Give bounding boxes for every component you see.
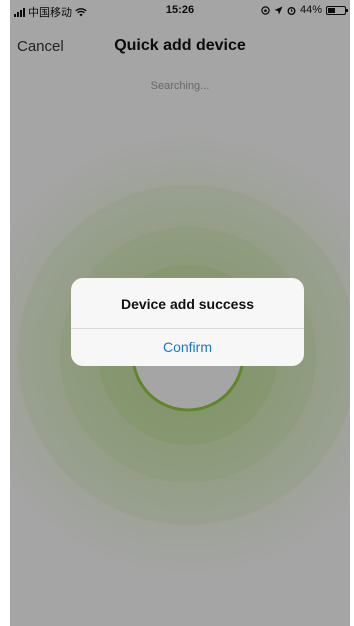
confirm-button[interactable]: Confirm [71,329,304,366]
success-alert: Device add success Confirm [71,278,304,366]
alert-title: Device add success [120,296,255,312]
app-screen: 中国移动 15:26 44% Cancel Quick add device S… [10,0,350,626]
